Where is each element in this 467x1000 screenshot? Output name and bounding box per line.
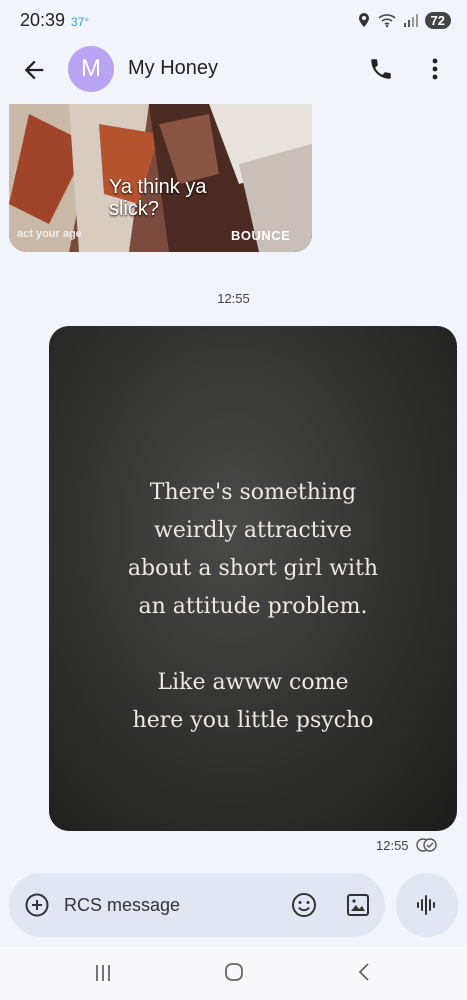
recent-apps-icon[interactable] — [92, 962, 114, 984]
back-arrow-icon[interactable] — [20, 56, 48, 84]
gif-message[interactable]: Ya think ya slick? act your age BOUNCE — [9, 104, 312, 252]
quote-line: about a short girl with — [127, 556, 379, 581]
quote-line — [49, 626, 457, 664]
delivered-icon — [416, 838, 437, 852]
status-icons: 72 — [357, 9, 451, 31]
avatar[interactable]: M — [68, 46, 114, 92]
sent-timestamp: 12:55 — [376, 838, 409, 853]
image-message[interactable]: There's something weirdly attractive abo… — [49, 326, 457, 831]
status-time: 20:39 — [20, 10, 66, 30]
quote-line: Like awww come — [157, 670, 349, 695]
audio-waveform-icon — [417, 895, 435, 915]
phone-icon[interactable] — [368, 56, 394, 82]
wifi-icon — [377, 14, 396, 28]
nav-back-icon[interactable] — [354, 960, 374, 984]
gallery-icon[interactable] — [344, 891, 372, 919]
voice-message-button[interactable] — [396, 873, 458, 937]
signal-icon — [403, 14, 418, 27]
home-icon[interactable] — [222, 960, 246, 984]
quote-line: here you little psycho — [132, 708, 374, 733]
message-input[interactable]: RCS message — [64, 895, 180, 916]
gif-caption: Ya think ya slick? — [109, 176, 207, 220]
message-timestamp: 12:55 — [217, 291, 250, 306]
location-icon — [358, 13, 369, 27]
quote-line: an attitude problem. — [138, 594, 368, 619]
quote-line: There's something — [149, 480, 357, 505]
quote-text: There's something weirdly attractive abo… — [49, 474, 457, 740]
gif-bounce-logo: BOUNCE — [231, 228, 291, 243]
battery-indicator: 72 — [424, 11, 451, 29]
add-attachment-icon[interactable] — [24, 892, 50, 918]
quote-line: weirdly attractive — [153, 518, 353, 543]
contact-name[interactable]: My Honey — [128, 57, 218, 80]
gif-network-logo: act your age — [17, 228, 82, 240]
emoji-icon[interactable] — [290, 891, 318, 919]
status-temperature: 37° — [71, 15, 90, 29]
more-options-icon[interactable] — [424, 56, 446, 82]
